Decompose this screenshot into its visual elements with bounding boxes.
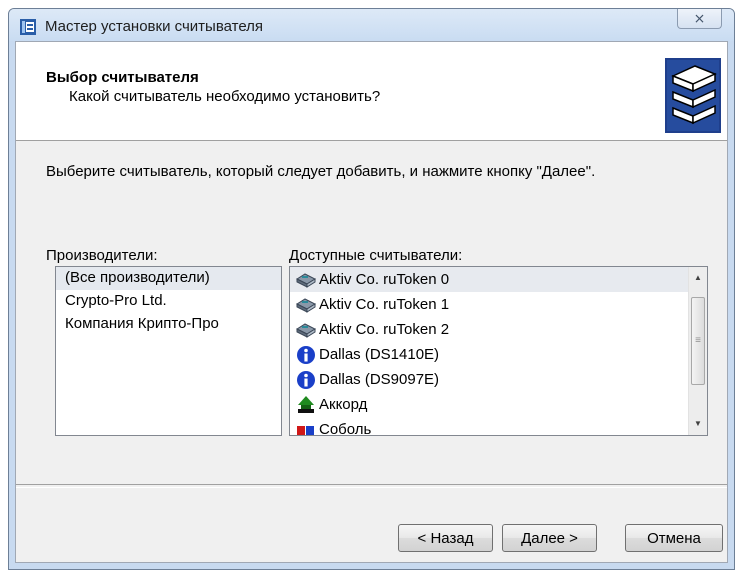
manufacturers-label: Производители: xyxy=(46,247,158,264)
close-button[interactable]: ⨯ xyxy=(677,9,722,29)
instruction-text: Выберите считыватель, который следует до… xyxy=(46,163,596,180)
back-button[interactable]: < Назад xyxy=(398,524,493,552)
manufacturers-list[interactable]: (Все производители) Crypto-Pro Ltd. Комп… xyxy=(55,266,282,436)
wizard-header: Выбор считывателя Какой считыватель необ… xyxy=(16,42,727,141)
wizard-window: Мастер установки считывателя ⨯ Выбор счи… xyxy=(8,8,735,570)
manufacturer-item[interactable]: Crypto-Pro Ltd. xyxy=(56,290,281,313)
accord-icon xyxy=(298,395,314,413)
wizard-content: Выбор считывателя Какой считыватель необ… xyxy=(15,41,728,563)
reader-item[interactable]: Aktiv Co. ruToken 2 xyxy=(290,317,707,342)
readers-scrollbar[interactable]: ▲ ≡ ▼ xyxy=(688,267,707,435)
scroll-down-arrow-icon[interactable]: ▼ xyxy=(689,415,707,433)
reader-item[interactable]: Dallas (DS9097E) xyxy=(290,367,707,392)
reader-label: Aktiv Co. ruToken 0 xyxy=(319,271,450,288)
readers-label: Доступные считыватели: xyxy=(289,247,463,264)
manufacturer-item[interactable]: Компания Крипто-Про xyxy=(56,313,281,336)
bottom-divider xyxy=(16,484,727,488)
cancel-button[interactable]: Отмена xyxy=(625,524,723,552)
reader-item[interactable]: Aktiv Co. ruToken 1 xyxy=(290,292,707,317)
reader-item[interactable]: Соболь xyxy=(290,417,707,436)
reader-label: Dallas (DS9097E) xyxy=(319,371,440,388)
wizard-app-icon xyxy=(20,19,36,35)
manufacturer-item[interactable]: (Все производители) xyxy=(56,267,281,290)
token-reader-icon xyxy=(295,322,317,338)
next-button[interactable]: Далее > xyxy=(502,524,597,552)
reader-stack-icon xyxy=(665,58,721,133)
sobol-icon xyxy=(297,425,314,435)
token-reader-icon xyxy=(295,272,317,288)
close-icon: ⨯ xyxy=(693,10,706,26)
info-icon xyxy=(297,370,315,389)
reader-item[interactable]: Аккорд xyxy=(290,392,707,417)
reader-item[interactable]: Aktiv Co. ruToken 0 xyxy=(290,267,707,292)
page-subtitle: Какой считыватель необходимо установить? xyxy=(69,88,381,105)
reader-label: Dallas (DS1410E) xyxy=(319,346,440,363)
scroll-thumb[interactable]: ≡ xyxy=(691,297,705,385)
page-title: Выбор считывателя xyxy=(46,69,199,86)
window-title: Мастер установки считывателя xyxy=(45,18,264,35)
reader-label: Аккорд xyxy=(319,396,368,413)
readers-list[interactable]: Aktiv Co. ruToken 0 Aktiv Co. ruToken 1 xyxy=(289,266,708,436)
scroll-up-arrow-icon[interactable]: ▲ xyxy=(689,269,707,287)
reader-label: Aktiv Co. ruToken 1 xyxy=(319,296,450,313)
reader-item[interactable]: Dallas (DS1410E) xyxy=(290,342,707,367)
reader-label: Aktiv Co. ruToken 2 xyxy=(319,321,450,338)
info-icon xyxy=(297,345,315,364)
title-bar[interactable]: Мастер установки считывателя ⨯ xyxy=(9,9,734,41)
reader-label: Соболь xyxy=(319,421,372,436)
token-reader-icon xyxy=(295,297,317,313)
